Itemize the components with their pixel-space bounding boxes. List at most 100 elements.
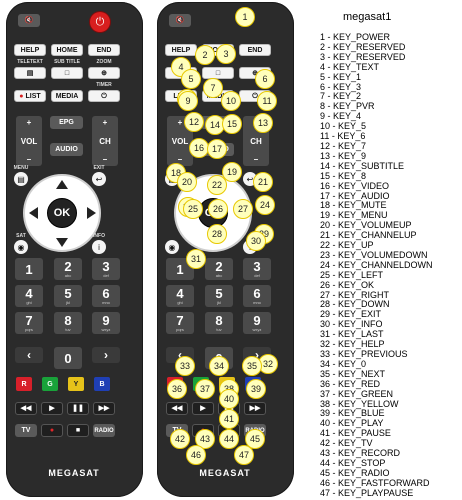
number-key-7-b[interactable]: 7 pqrs	[166, 312, 194, 334]
play-button[interactable]: ▶	[41, 402, 63, 415]
end-button[interactable]: END	[88, 44, 120, 56]
number-key-digit: 7	[176, 313, 184, 328]
key-marker: 10	[221, 91, 241, 111]
number-key-digit: 1	[176, 261, 184, 277]
mute-icon: 🔇	[24, 17, 34, 24]
home-button[interactable]: HOME	[51, 44, 83, 56]
up-arrow-icon[interactable]	[56, 180, 68, 189]
next-button[interactable]: ›	[92, 347, 120, 363]
ok-button[interactable]: OK	[47, 198, 77, 228]
play-icon: ▶	[49, 405, 55, 412]
exit-button[interactable]: ↩	[92, 172, 106, 186]
number-key-letters: ghi	[26, 300, 32, 305]
key-marker: 1	[235, 7, 255, 27]
key-marker: 35	[242, 356, 262, 376]
number-key-7[interactable]: 7 pqrs	[15, 312, 43, 334]
left-arrow-icon[interactable]	[29, 207, 38, 219]
number-key-3-b[interactable]: 3 def	[243, 258, 271, 280]
number-key-8[interactable]: 8 tuv	[54, 312, 82, 334]
color-key-y[interactable]: Y	[68, 377, 84, 391]
help-button-b[interactable]: HELP	[165, 44, 197, 56]
key-legend: 1 - KEY_POWER 2 - KEY_RESERVED 3 - KEY_RES…	[320, 32, 460, 499]
color-key-r[interactable]: R	[16, 377, 32, 391]
number-key-1[interactable]: 1	[15, 258, 43, 280]
epg-button[interactable]: EPG	[50, 116, 83, 129]
down-arrow-icon[interactable]	[56, 238, 68, 247]
record-icon: ●	[49, 427, 55, 434]
sat-button[interactable]: ◉	[14, 240, 28, 254]
right-arrow-icon[interactable]	[87, 207, 96, 219]
subtitle-button[interactable]: □	[51, 67, 83, 79]
color-key-g[interactable]: G	[42, 377, 58, 391]
number-key-8-b[interactable]: 8 tuv	[205, 312, 233, 334]
previous-button[interactable]: ‹	[15, 347, 43, 363]
number-key-9-b[interactable]: 9 wxyz	[243, 312, 271, 334]
play-button-b[interactable]: ▶	[192, 402, 214, 415]
key-marker: 33	[175, 356, 195, 376]
teletext-button[interactable]: ▤	[14, 67, 46, 79]
help-button[interactable]: HELP	[14, 44, 46, 56]
number-key-digit: 8	[215, 313, 223, 328]
volume-rocker[interactable]: + VOL –	[16, 116, 42, 166]
color-key-b[interactable]: B	[94, 377, 110, 391]
key-marker: 24	[255, 195, 275, 215]
zoom-icon: ⊕	[101, 69, 107, 77]
record-button[interactable]: ●	[41, 424, 63, 437]
number-key-digit: 7	[25, 313, 33, 328]
number-key-digit: 6	[102, 286, 110, 301]
key-marker: 7	[203, 78, 223, 98]
number-key-6-b[interactable]: 6 mno	[243, 285, 271, 307]
rewind-button[interactable]: ◀◀	[15, 402, 37, 415]
subtitle-button-b[interactable]: □	[202, 67, 234, 79]
audio-button[interactable]: AUDIO	[50, 143, 83, 156]
timer-label: TIMER	[96, 82, 112, 88]
key-marker: 21	[253, 172, 273, 192]
info-button[interactable]: i	[92, 240, 106, 254]
key-marker: 34	[209, 356, 229, 376]
stop-button[interactable]: ■	[67, 424, 89, 437]
mute-button[interactable]: 🔇	[18, 14, 40, 27]
exit-icon: ↩	[95, 174, 103, 184]
number-key-digit: 3	[102, 259, 110, 274]
channel-rocker[interactable]: + CH –	[92, 116, 118, 166]
mute-button-b[interactable]: 🔇	[169, 14, 191, 27]
number-key-4-b[interactable]: 4 ghi	[166, 285, 194, 307]
rewind-icon: ◀◀	[20, 405, 32, 412]
rewind-button-b[interactable]: ◀◀	[166, 402, 188, 415]
radio-button[interactable]: RADIO	[93, 424, 115, 437]
key-marker: 25	[183, 199, 203, 219]
key-marker: 42	[170, 429, 190, 449]
number-key-4[interactable]: 4 ghi	[15, 285, 43, 307]
number-key-5-b[interactable]: 5 jkl	[205, 285, 233, 307]
key-marker: 20	[177, 172, 197, 192]
key-marker: 28	[207, 224, 227, 244]
number-key-2-b[interactable]: 2 abc	[205, 258, 233, 280]
timer-icon: ⏻	[101, 92, 107, 100]
record-dot-icon: ●	[19, 92, 24, 100]
teletext-icon: ▤	[26, 69, 34, 77]
mute-icon: 🔇	[175, 17, 185, 24]
list-button[interactable]: ● LIST	[14, 90, 46, 102]
number-key-5[interactable]: 5 jkl	[54, 285, 82, 307]
number-key-9[interactable]: 9 wxyz	[92, 312, 120, 334]
media-button[interactable]: MEDIA	[51, 90, 83, 102]
sat-button-b[interactable]: ◉	[165, 240, 179, 254]
fastforward-icon: ▶▶	[98, 405, 110, 412]
menu-button[interactable]: ▤	[14, 172, 28, 186]
power-button[interactable]: ⏻	[90, 12, 110, 32]
fastforward-button[interactable]: ▶▶	[93, 402, 115, 415]
number-key-2[interactable]: 2 abc	[54, 258, 82, 280]
legend-title: megasat1	[343, 11, 392, 23]
end-button-b[interactable]: END	[239, 44, 271, 56]
number-key-letters: mno	[102, 300, 110, 305]
tv-button[interactable]: TV	[15, 424, 37, 437]
number-key-digit: 1	[25, 261, 33, 277]
number-key-0[interactable]: 0	[54, 347, 82, 369]
number-key-6[interactable]: 6 mno	[92, 285, 120, 307]
number-key-3[interactable]: 3 def	[92, 258, 120, 280]
number-key-letters: def	[103, 273, 109, 278]
zoom-button[interactable]: ⊕	[88, 67, 120, 79]
pause-button[interactable]: ❚❚	[67, 402, 89, 415]
fastforward-button-b[interactable]: ▶▶	[244, 402, 266, 415]
timer-button[interactable]: ⏻	[88, 90, 120, 102]
